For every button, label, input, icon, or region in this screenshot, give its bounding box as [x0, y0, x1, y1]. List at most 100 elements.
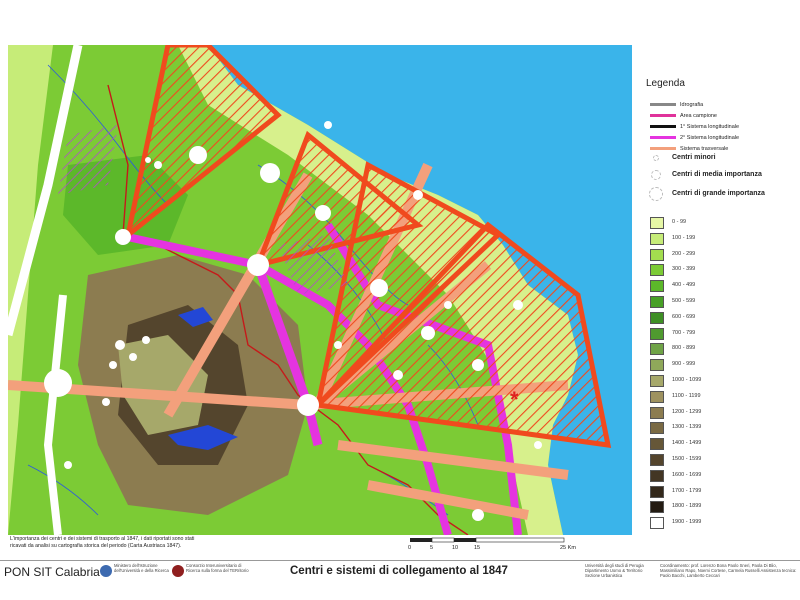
elevation-swatch [650, 454, 664, 466]
transversal-icon [650, 144, 676, 150]
elevation-label: 1500 - 1599 [672, 456, 702, 462]
elevation-swatch [650, 485, 664, 498]
scale-tick-label: 10 [452, 545, 459, 551]
elevation-class: 1400 - 1499 [650, 437, 790, 451]
legend-item-1: Area campione [650, 111, 790, 121]
medium-center-icon [651, 170, 661, 180]
elevation-swatch [650, 438, 664, 451]
elevation-swatch [650, 517, 664, 530]
map-title: Centri e sistemi di collegamento al 1847 [290, 565, 508, 577]
elevation-class: 100 - 199 [650, 232, 790, 246]
elevation-class: 1900 - 1999 [650, 516, 790, 530]
elevation-label: 100 - 199 [672, 234, 696, 241]
elevation-swatch [650, 280, 664, 293]
legend-item-0: Idrografia [650, 100, 790, 110]
elevation-label: 1400 - 1499 [672, 440, 702, 447]
legend-item-label: 2° Sistema longitudinale [680, 135, 740, 141]
elevation-label: 200 - 299 [672, 250, 696, 257]
scale-bar: 0 5 10 15 25 Km [400, 536, 590, 556]
legend-item-4: Sistema trasversale [650, 144, 790, 154]
elevation-swatch [650, 422, 664, 435]
university-text: Università degli studi di Perugia Dipart… [585, 563, 644, 578]
elevation-class: 200 - 299 [650, 248, 790, 262]
small-center-icon [653, 155, 659, 161]
large-center-icon [649, 187, 663, 201]
legend-centro-label: Centri di grande importanza [672, 190, 765, 197]
scale-tick-label: 5 [430, 545, 434, 551]
longitudinal-2-icon [650, 133, 676, 139]
elevation-swatch [650, 217, 664, 229]
longitudinal-1-icon [650, 122, 676, 128]
elevation-class: 1800 - 1899 [650, 500, 790, 514]
elevation-swatch [650, 296, 664, 308]
elevation-label: 600 - 699 [672, 313, 696, 320]
elevation-class: 400 - 499 [650, 279, 790, 293]
elevation-class: 500 - 599 [650, 295, 790, 309]
scale-tick-label: 0 [408, 545, 412, 551]
elevation-class: 1200 - 1299 [650, 406, 790, 420]
elevation-swatch [650, 359, 664, 372]
legend-item-label: Idrografia [680, 102, 704, 108]
legend-item-2: 1° Sistema longitudinale [650, 122, 790, 132]
elevation-class: 0 - 99 [650, 216, 790, 230]
consortium-text: Consorzio Interuniversitario di Ricerca … [186, 563, 249, 573]
legend-title: Legenda [646, 78, 685, 89]
elevation-label: 800 - 899 [672, 345, 696, 352]
legend-item-label: Sistema trasversale [680, 146, 729, 152]
elevation-swatch [650, 232, 664, 245]
project-title: PON SIT Calabria [4, 565, 100, 579]
elevation-swatch [650, 264, 664, 277]
hydrography-line-icon [650, 100, 676, 106]
elevation-class: 1300 - 1399 [650, 421, 790, 435]
elevation-label: 1900 - 1999 [672, 519, 702, 526]
elevation-swatch [650, 343, 664, 356]
elevation-swatch [650, 406, 664, 419]
elevation-label: 500 - 599 [672, 298, 696, 304]
elevation-class: 700 - 799 [650, 327, 790, 341]
elevation-label: 1600 - 1699 [672, 471, 702, 478]
ministry-text: Ministero dell'Istruzione dell'Universit… [114, 563, 169, 573]
elevation-class: 1000 - 1099 [650, 374, 790, 388]
elevation-label: 1200 - 1299 [672, 408, 702, 415]
elevation-class: 300 - 399 [650, 263, 790, 277]
elevation-label: 1800 - 1899 [672, 503, 702, 510]
legend-item-3: 2° Sistema longitudinale [650, 133, 790, 143]
elevation-label: 300 - 399 [672, 266, 696, 273]
ministry-logo [100, 565, 112, 577]
elevation-swatch [650, 469, 664, 482]
consortium-logo [172, 565, 184, 577]
elevation-label: 1700 - 1799 [672, 487, 702, 494]
elevation-class: 600 - 699 [650, 311, 790, 325]
scale-tick-label: 25 Km [560, 545, 576, 551]
elevation-swatch [650, 248, 664, 261]
elevation-class: 900 - 999 [650, 358, 790, 372]
elevation-class: 1100 - 1199 [650, 390, 790, 404]
elevation-class: 1700 - 1799 [650, 485, 790, 499]
map-canvas[interactable]: * [8, 45, 632, 535]
footer-bar: PON SIT Calabria Ministero dell'Istruzio… [0, 560, 800, 582]
elevation-label: 900 - 999 [672, 361, 696, 368]
elevation-class: 800 - 899 [650, 342, 790, 356]
point-marker: * [510, 387, 519, 412]
credits-text: Coordinamento: prof. Lorenzo Bona Paolo … [660, 563, 797, 578]
legend-item-label: 1° Sistema longitudinale [680, 124, 740, 130]
map-legend: Legenda Idrografia Area campione 1° Sistem… [640, 70, 800, 540]
elevation-class: 1500 - 1599 [650, 453, 790, 467]
elevation-swatch [650, 311, 664, 324]
elevation-label: 700 - 799 [672, 329, 696, 336]
legend-item-label: Area campione [680, 113, 717, 119]
map-frame[interactable]: * [8, 45, 632, 535]
elevation-swatch [650, 501, 664, 514]
scale-tick-label: 15 [474, 545, 481, 551]
elevation-label: 1100 - 1199 [672, 392, 701, 399]
elevation-swatch [650, 327, 664, 340]
elevation-label: 0 - 99 [672, 219, 687, 225]
elevation-class: 1600 - 1699 [650, 469, 790, 483]
elevation-label: 400 - 499 [672, 282, 696, 289]
map-note: L'importanza dei centri e dei sistemi di… [10, 536, 195, 549]
elevation-label: 1300 - 1399 [672, 424, 702, 431]
elevation-swatch [650, 390, 664, 403]
legend-centro-label: Centri di media importanza [672, 171, 762, 178]
sample-area-icon [650, 111, 676, 117]
elevation-swatch [650, 375, 664, 387]
